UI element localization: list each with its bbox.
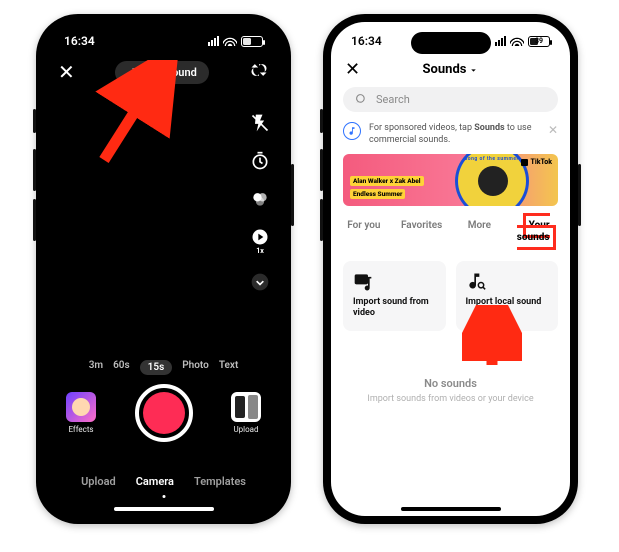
dynamic-island — [124, 32, 204, 54]
promo-ring-text: song of the summer — [455, 156, 529, 162]
duration-60s[interactable]: 60s — [113, 360, 130, 375]
promo-badge: Alan Walker x Zak Abel — [350, 176, 424, 186]
add-sound-label: Add sound — [144, 66, 197, 79]
dismiss-tip-button[interactable]: ✕ — [542, 122, 558, 146]
effects-thumbnail — [66, 392, 96, 422]
close-button[interactable]: ✕ — [345, 59, 360, 80]
chevron-down-icon — [469, 66, 478, 75]
wifi-icon — [510, 36, 524, 46]
phone-side-button — [320, 199, 323, 241]
mode-templates[interactable]: Templates — [194, 475, 246, 488]
duration-15s[interactable]: 15s — [140, 360, 173, 375]
mode-indicator-dot — [162, 495, 165, 498]
promo-banner[interactable]: song of the summer TikTok Alan Walker x … — [343, 154, 558, 206]
home-indicator[interactable] — [401, 507, 501, 511]
empty-subtitle: Import sounds from videos or your device — [331, 394, 570, 404]
phone-side-button — [33, 199, 36, 241]
expand-tools-button[interactable] — [249, 271, 271, 293]
speed-icon — [250, 227, 270, 247]
card-label: Import local sound — [466, 297, 549, 308]
sounds-screen: 16:34 39 ✕ Sounds Search For sponsored v… — [331, 22, 570, 516]
tab-for-you[interactable]: For you — [335, 214, 393, 249]
empty-title: No sounds — [331, 377, 570, 390]
timer-icon — [250, 151, 270, 171]
status-icons: 39 — [495, 36, 550, 47]
duration-3m[interactable]: 3m — [89, 360, 103, 375]
phone-side-button — [33, 109, 36, 133]
chevron-down-icon — [250, 272, 270, 292]
sounds-header: ✕ Sounds — [331, 54, 570, 83]
promo-badge: Endless Summer — [350, 189, 405, 199]
search-placeholder: Search — [376, 93, 410, 106]
empty-state: No sounds Import sounds from videos or y… — [331, 377, 570, 404]
camera-screen: 16:34 39 ✕ Add sound 1x — [44, 22, 283, 516]
phone-frame-right: 16:34 39 ✕ Sounds Search For sponsored v… — [323, 14, 578, 524]
upload-label: Upload — [233, 425, 258, 434]
effects-label: Effects — [68, 425, 93, 434]
speed-button[interactable]: 1x — [249, 226, 271, 255]
close-button[interactable]: ✕ — [58, 60, 75, 84]
flip-icon — [249, 60, 269, 80]
phone-side-button — [291, 164, 294, 226]
duration-tabs: 3m 60s 15s Photo Text — [44, 360, 283, 375]
commercial-sounds-tip: For sponsored videos, tap Sounds to use … — [343, 122, 558, 146]
music-note-icon — [127, 67, 138, 78]
battery-icon: 39 — [528, 36, 550, 47]
sounds-tabs: For you Favorites More Your sounds — [335, 214, 566, 249]
filters-icon — [250, 189, 270, 209]
phone-side-button — [320, 109, 323, 133]
import-local-sound-card[interactable]: Import local sound — [456, 261, 559, 331]
duration-photo[interactable]: Photo — [182, 360, 209, 375]
duration-text[interactable]: Text — [219, 360, 239, 375]
cellular-icon — [208, 36, 219, 46]
tiktok-logo: TikTok — [521, 158, 552, 166]
mode-upload[interactable]: Upload — [81, 475, 116, 488]
status-time: 16:34 — [64, 34, 95, 48]
music-note-icon — [343, 122, 361, 140]
cellular-icon — [495, 36, 506, 46]
tab-favorites[interactable]: Favorites — [393, 214, 451, 249]
import-from-video-card[interactable]: Import sound from video — [343, 261, 446, 331]
tip-text: For sponsored videos, tap Sounds to use … — [369, 122, 534, 146]
flip-camera-button[interactable] — [249, 60, 269, 84]
card-label: Import sound from video — [353, 297, 436, 319]
status-icons: 39 — [208, 36, 263, 47]
mode-tabs: Upload Camera Templates — [44, 475, 283, 488]
camera-side-tools: 1x — [249, 112, 271, 293]
search-icon — [355, 93, 368, 106]
filters-button[interactable] — [249, 188, 271, 210]
status-time: 16:34 — [351, 34, 382, 48]
timer-button[interactable] — [249, 150, 271, 172]
add-sound-button[interactable]: Add sound — [115, 61, 209, 84]
phone-side-button — [33, 149, 36, 191]
phone-side-button — [578, 164, 581, 226]
flash-off-icon — [250, 113, 270, 133]
wifi-icon — [223, 36, 237, 46]
dynamic-island — [411, 32, 491, 54]
mode-camera[interactable]: Camera — [136, 475, 174, 488]
effects-button[interactable]: Effects — [66, 392, 96, 434]
phone-frame-left: 16:34 39 ✕ Add sound 1x — [36, 14, 291, 524]
tab-your-sounds[interactable]: Your sounds — [508, 214, 566, 249]
upload-button[interactable]: Upload — [231, 392, 261, 434]
speed-label: 1x — [256, 248, 264, 255]
phone-side-button — [320, 149, 323, 191]
sounds-title[interactable]: Sounds — [423, 62, 479, 77]
home-indicator[interactable] — [114, 507, 214, 511]
flash-button[interactable] — [249, 112, 271, 134]
search-bar[interactable]: Search — [343, 87, 558, 112]
tab-more[interactable]: More — [451, 214, 509, 249]
music-search-icon — [466, 271, 486, 291]
upload-thumbnail — [231, 392, 261, 422]
record-button[interactable] — [135, 384, 193, 442]
video-music-icon — [353, 271, 373, 291]
battery-icon: 39 — [241, 36, 263, 47]
